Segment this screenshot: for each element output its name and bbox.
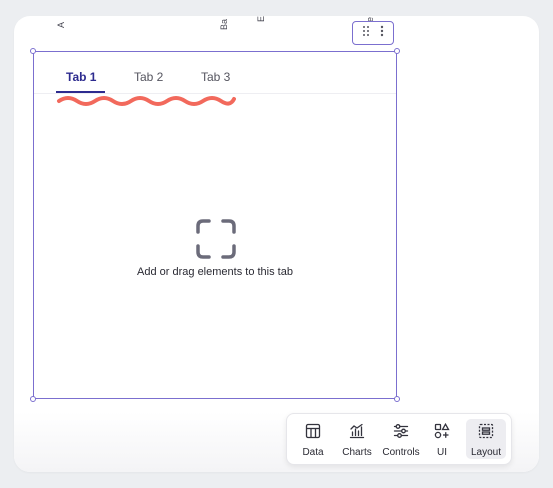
- toolbar-charts-button[interactable]: Charts: [337, 419, 377, 459]
- clipped-label-3: E: [256, 16, 266, 22]
- sliders-icon: [393, 419, 409, 444]
- tab-1[interactable]: Tab 1: [66, 70, 96, 84]
- toolbar-ui-button[interactable]: UI: [427, 419, 457, 459]
- squiggle-annotation: [57, 96, 236, 106]
- toolbar-charts-label: Charts: [342, 447, 372, 458]
- toolbar-data-button[interactable]: Data: [295, 419, 331, 459]
- table-icon: [305, 419, 321, 444]
- chart-icon: [349, 419, 365, 444]
- toolbar-layout-label: Layout: [470, 447, 502, 458]
- active-tab-indicator: [56, 91, 105, 93]
- focus-frame-icon: [195, 218, 237, 265]
- tabs-container[interactable]: Tab 1 Tab 2 Tab 3 Add or drag elements t…: [30, 48, 400, 402]
- element-handle[interactable]: [352, 21, 394, 45]
- layout-icon: [478, 419, 494, 444]
- drag-handle-icon[interactable]: [362, 24, 370, 42]
- empty-state-text: Add or drag elements to this tab: [137, 266, 293, 278]
- toolbar-data-label: Data: [302, 447, 324, 458]
- canvas-card: A Ba E e Tab 1 Tab 2 Tab 3 Add or drag e…: [14, 16, 539, 472]
- toolbar-controls-label: Controls: [382, 447, 420, 458]
- toolbar-controls-button[interactable]: Controls: [379, 419, 423, 459]
- toolbar-layout-button[interactable]: Layout: [466, 419, 506, 459]
- resize-handle-bottom-right[interactable]: [394, 396, 400, 402]
- insert-toolbar: Data Charts Controls UI Layout: [286, 413, 512, 465]
- shapes-icon: [434, 419, 450, 444]
- resize-handle-bottom-left[interactable]: [30, 396, 36, 402]
- tab-3[interactable]: Tab 3: [201, 70, 230, 84]
- tab-bar: Tab 1 Tab 2 Tab 3: [34, 52, 396, 94]
- clipped-label-2: Ba: [219, 18, 229, 30]
- tab-2[interactable]: Tab 2: [134, 70, 163, 84]
- more-options-icon[interactable]: [380, 24, 384, 42]
- clipped-label-1: A: [56, 21, 66, 28]
- toolbar-ui-label: UI: [437, 447, 447, 458]
